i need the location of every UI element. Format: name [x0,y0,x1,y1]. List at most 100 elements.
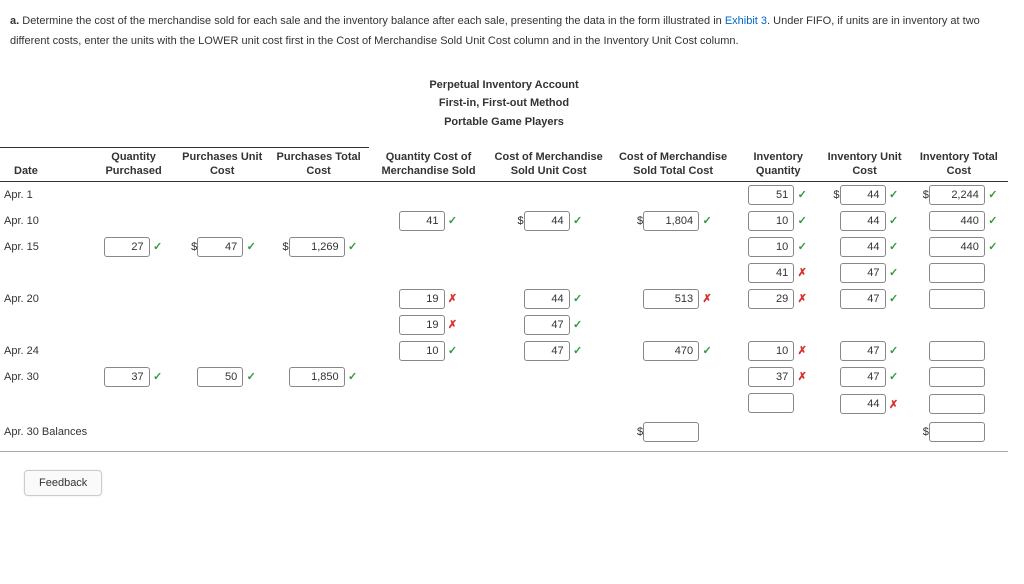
inv-qty-input[interactable]: 29 [748,289,794,309]
qty-purchased-input[interactable]: 27 [104,237,150,257]
inv-qty-input[interactable]: 51 [748,185,794,205]
table-row: 19✗ 47✓ [0,312,1008,338]
h-cmsuc: Cost of Merchandise Sold Unit Cost [488,148,609,181]
date-cell: Apr. 30 Balances [0,419,91,445]
inv-qty-input[interactable]: 10 [748,211,794,231]
check-icon: ✓ [701,214,713,227]
inv-qty-input[interactable]: 10 [748,341,794,361]
check-icon: ✓ [796,188,808,201]
date-cell [0,260,91,286]
date-cell: Apr. 30 [0,364,91,390]
qty-sold-input[interactable]: 19 [399,289,445,309]
dollar-sign: $ [187,241,197,253]
date-cell [0,312,91,338]
x-icon: ✗ [796,344,808,357]
purch-total-cost-input[interactable]: 1,269 [289,237,345,257]
inv-total-cost-input[interactable] [929,422,985,442]
date-cell: Apr. 20 [0,286,91,312]
sold-unit-cost-input[interactable]: 44 [524,289,570,309]
dollar-sign: $ [919,426,929,438]
qty-sold-input[interactable]: 41 [399,211,445,231]
table-row: Apr. 3037✓50✓1,850✓37✗47✓ [0,364,1008,390]
purch-unit-cost-input[interactable]: 50 [197,367,243,387]
x-icon: ✗ [888,398,900,411]
feedback-button[interactable]: Feedback [24,470,102,496]
inv-qty-input[interactable]: 10 [748,237,794,257]
check-icon: ✓ [888,370,900,383]
check-icon: ✓ [888,188,900,201]
inv-total-cost-input[interactable] [929,367,985,387]
title-l1: Perpetual Inventory Account [0,76,1008,95]
sold-unit-cost-input[interactable]: 44 [524,211,570,231]
qty-sold-input[interactable]: 10 [399,341,445,361]
table-row: Apr. 2410✓47✓470✓10✗47✓ [0,338,1008,364]
check-icon: ✓ [245,370,257,383]
inv-unit-cost-input[interactable]: 44 [840,237,886,257]
inv-total-cost-input[interactable] [929,263,985,283]
h-puc: Purchases Unit Cost [176,148,268,181]
purch-total-cost-input[interactable]: 1,850 [289,367,345,387]
sold-total-cost-input[interactable]: 1,804 [643,211,699,231]
inv-qty-input[interactable]: 41 [748,263,794,283]
inv-unit-cost-input[interactable]: 47 [840,289,886,309]
inv-unit-cost-input[interactable]: 47 [840,341,886,361]
h-iq: Inventory Quantity [737,148,819,181]
inv-unit-cost-input[interactable]: 47 [840,367,886,387]
check-icon: ✓ [572,214,584,227]
sold-total-cost-input[interactable] [643,422,699,442]
check-icon: ✓ [888,292,900,305]
inv-unit-cost-input[interactable]: 44 [840,211,886,231]
h-itc: Inventory Total Cost [910,148,1008,181]
inv-qty-input[interactable]: 37 [748,367,794,387]
check-icon: ✓ [987,188,999,201]
exhibit-link[interactable]: Exhibit 3 [725,15,767,27]
check-icon: ✓ [347,370,359,383]
sold-unit-cost-input[interactable]: 47 [524,315,570,335]
inv-unit-cost-input[interactable]: 44 [840,394,886,414]
x-icon: ✗ [796,370,808,383]
check-icon: ✓ [447,344,459,357]
purch-unit-cost-input[interactable]: 47 [197,237,243,257]
dollar-sign: $ [514,215,524,227]
inv-total-cost-input[interactable] [929,289,985,309]
h-cmstc: Cost of Merchandise Sold Total Cost [609,148,737,181]
table-row: Apr. 1041✓$44✓$1,804✓10✓44✓440✓ [0,208,1008,234]
check-icon: ✓ [796,240,808,253]
check-icon: ✓ [347,240,359,253]
inv-total-cost-input[interactable] [929,341,985,361]
inv-unit-cost-input[interactable]: 44 [840,185,886,205]
sold-total-cost-input[interactable]: 513 [643,289,699,309]
qty-sold-input[interactable]: 19 [399,315,445,335]
inv-unit-cost-input[interactable]: 47 [840,263,886,283]
x-icon: ✗ [447,318,459,331]
dollar-sign: $ [919,189,929,201]
check-icon: ✓ [701,344,713,357]
inv-qty-input[interactable] [748,393,794,413]
dollar-sign: $ [830,189,840,201]
h-iuc: Inventory Unit Cost [819,148,909,181]
sold-unit-cost-input[interactable]: 47 [524,341,570,361]
check-icon: ✓ [796,214,808,227]
h-date: Date [0,148,91,181]
x-icon: ✗ [447,292,459,305]
table-row: 41✗47✓ [0,260,1008,286]
inv-total-cost-input[interactable]: 440 [929,211,985,231]
inv-total-cost-input[interactable]: 440 [929,237,985,257]
sold-total-cost-input[interactable]: 470 [643,341,699,361]
inv-total-cost-input[interactable] [929,394,985,414]
table-row: Apr. 151✓$44✓$2,244✓ [0,181,1008,208]
check-icon: ✓ [572,318,584,331]
check-icon: ✓ [888,344,900,357]
qty-purchased-input[interactable]: 37 [104,367,150,387]
dollar-sign: $ [279,241,289,253]
check-icon: ✓ [987,240,999,253]
title-l3: Portable Game Players [0,113,1008,132]
table-row: Apr. 30 Balances$$ [0,419,1008,445]
inv-total-cost-input[interactable]: 2,244 [929,185,985,205]
h-ptc: Purchases Total Cost [268,148,368,181]
inventory-table: Date Quantity Purchased Purchases Unit C… [0,147,1008,445]
table-row: Apr. 2019✗44✓513✗29✗47✓ [0,286,1008,312]
table-row: Apr. 1527✓$47✓$1,269✓10✓44✓440✓ [0,234,1008,260]
date-cell [0,390,91,419]
h-qp: Quantity Purchased [91,148,176,181]
